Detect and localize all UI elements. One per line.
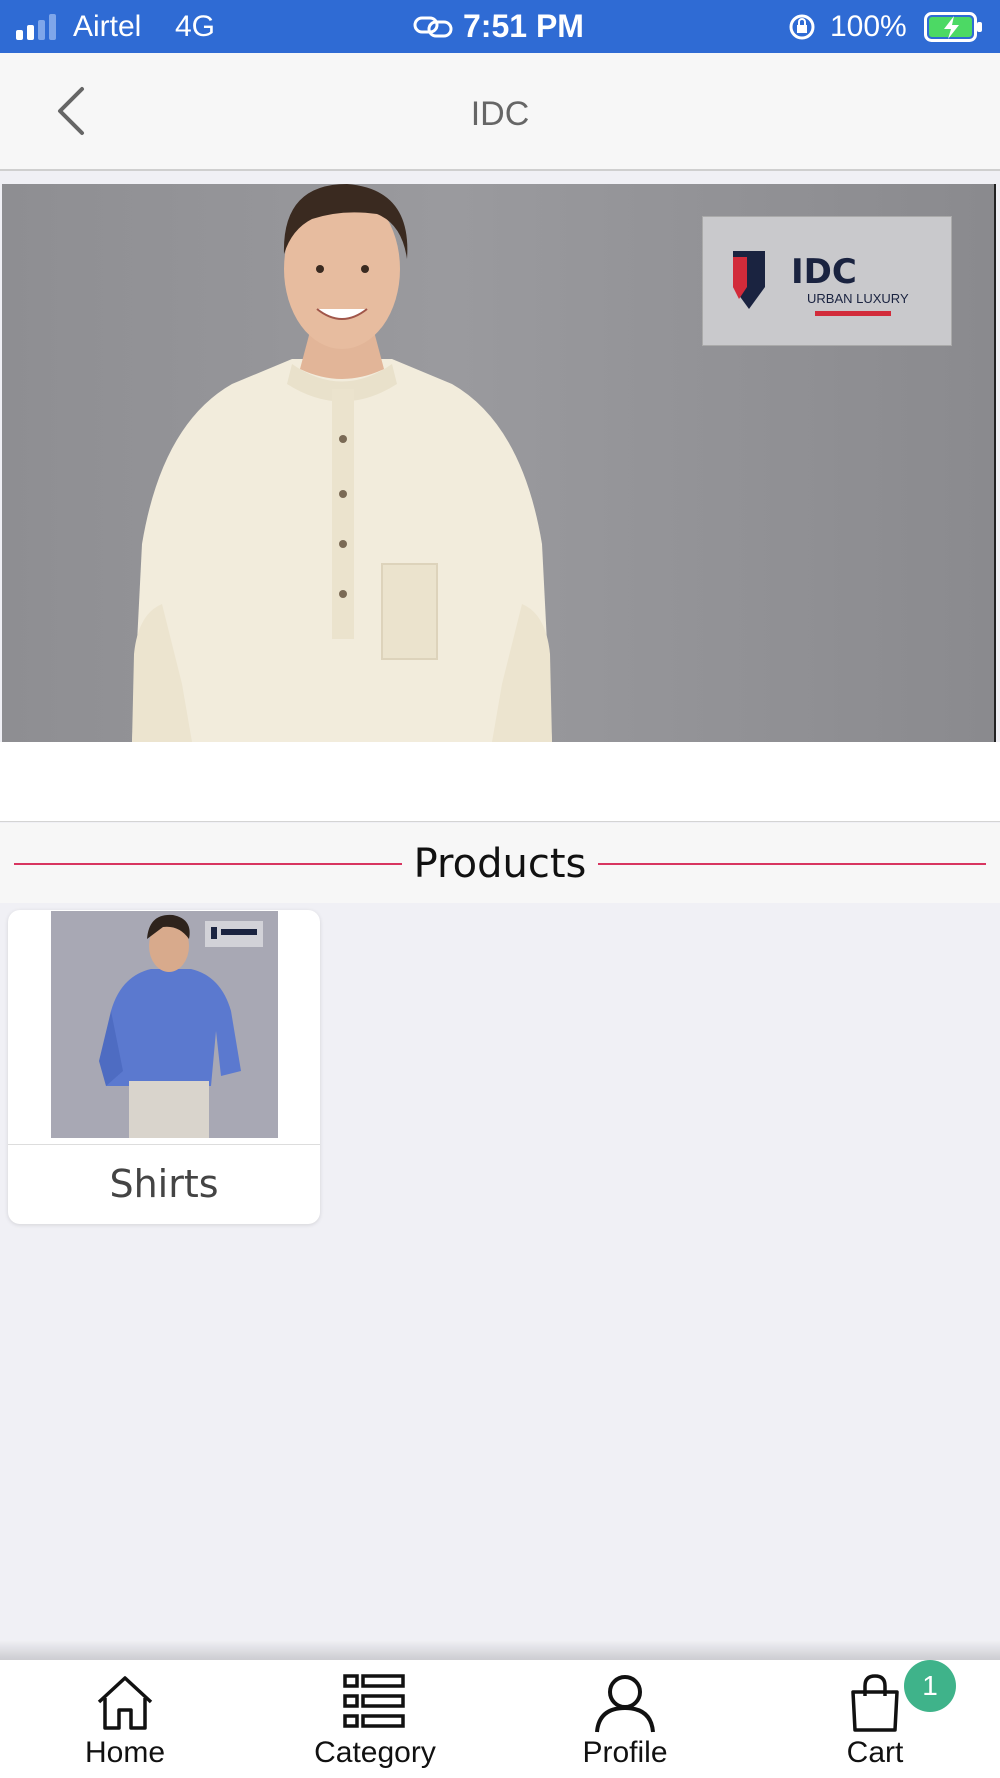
svg-text:IDC: IDC (791, 252, 857, 292)
tab-category[interactable]: Category (250, 1660, 500, 1778)
tab-bar-shadow (0, 1640, 1000, 1660)
tab-home-label: Home (84, 1736, 166, 1769)
product-card-shirts[interactable]: Shirts (8, 910, 320, 1224)
products-section-header: Products (0, 823, 1000, 903)
tab-home[interactable]: Home (0, 1660, 250, 1778)
model-photo (132, 184, 552, 742)
list-icon (343, 1674, 405, 1728)
battery-icon (924, 12, 982, 42)
bag-icon (851, 1674, 899, 1732)
tab-category-label: Category (314, 1736, 436, 1769)
network-type: 4G (175, 10, 216, 43)
brand-logo: IDC URBAN LUXURY (702, 216, 952, 346)
cart-count-badge: 1 (904, 1660, 956, 1712)
banner-spacer (0, 742, 1000, 822)
tab-profile[interactable]: Profile (500, 1660, 750, 1778)
promo-banner[interactable]: IDC URBAN LUXURY (2, 184, 996, 742)
tab-cart-label: Cart (846, 1736, 904, 1769)
card-divider (8, 1144, 320, 1145)
navigation-bar: IDC (0, 53, 1000, 171)
product-name: Shirts (109, 1162, 219, 1206)
clock: 7:51 PM (463, 8, 584, 44)
page-title: IDC (470, 95, 530, 133)
rotation-lock-icon (789, 14, 815, 40)
signal-icon (16, 14, 56, 40)
carrier-name: Airtel (73, 10, 142, 43)
status-bar: Airtel 4G 7:51 PM 100% (0, 0, 1000, 53)
tab-cart[interactable]: 1 Cart (750, 1660, 1000, 1778)
home-icon (97, 1676, 153, 1730)
user-icon (595, 1675, 655, 1733)
product-image (51, 911, 278, 1138)
battery-percent: 100% (830, 10, 907, 43)
svg-text:URBAN LUXURY: URBAN LUXURY (807, 291, 909, 306)
divider-right (598, 863, 986, 865)
tab-profile-label: Profile (582, 1736, 668, 1769)
link-icon (413, 16, 453, 38)
tab-bar: Home Category Profile 1 Cart (0, 1660, 1000, 1778)
